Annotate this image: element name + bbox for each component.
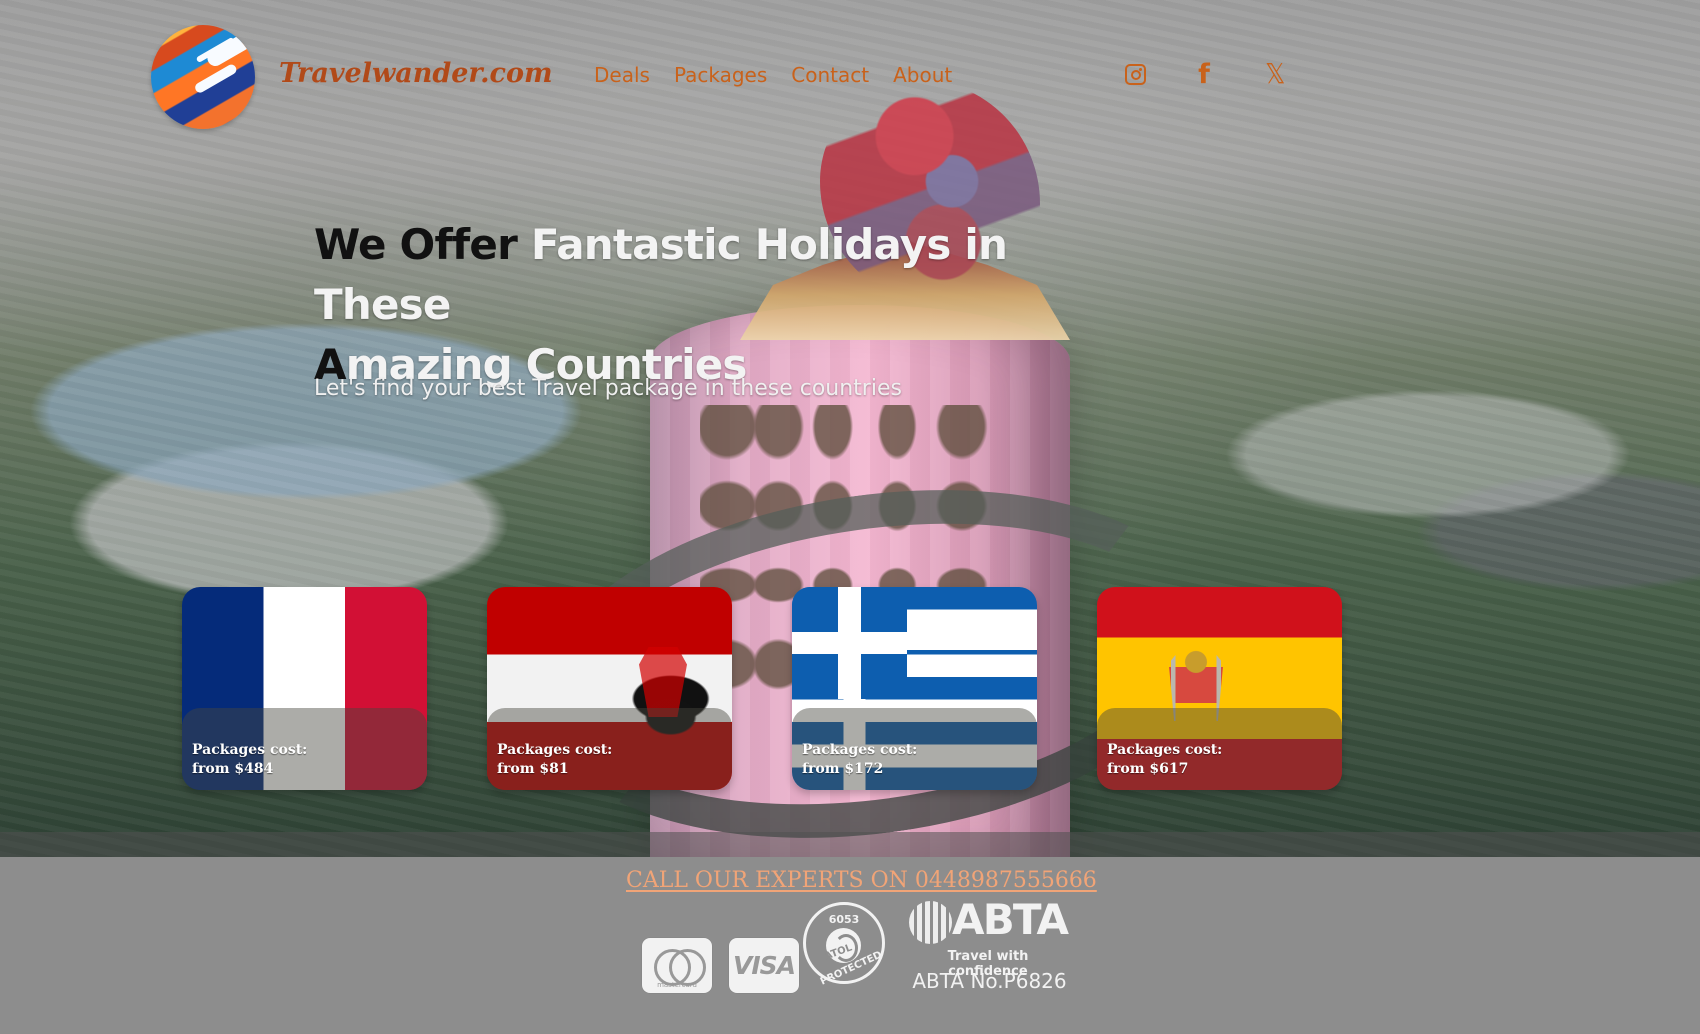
package-price: from $172 <box>802 761 884 777</box>
travel-homepage: Travelwander.com Deals Packages Contact … <box>0 0 1700 1034</box>
package-price: from $617 <box>1107 761 1189 777</box>
x-icon[interactable]: 𝕏 <box>1261 60 1289 88</box>
facebook-icon[interactable]: f <box>1190 60 1218 88</box>
austria-package-card[interactable]: Packages cost: from $81 <box>487 587 732 790</box>
spain-package-card[interactable]: Packages cost: from $617 <box>1097 587 1342 790</box>
mastercard-logo: mastercard <box>642 938 712 993</box>
hero-heading-part-1: We Offer <box>314 220 531 269</box>
nav-link-packages[interactable]: Packages <box>674 63 767 87</box>
package-cost-label: Packages cost: <box>802 742 918 758</box>
package-cost-label: Packages cost: <box>192 742 308 758</box>
package-price-text: Packages cost: from $172 <box>802 741 917 779</box>
instagram-icon-shape <box>1124 63 1146 85</box>
hero-subheading: Let's find your best Travel package in t… <box>314 376 902 401</box>
package-price-text: Packages cost: from $484 <box>192 741 307 779</box>
instagram-icon[interactable] <box>1121 60 1149 88</box>
package-price-text: Packages cost: from $81 <box>497 741 612 779</box>
abta-logo: ABTA Travel with confidence ABTA No.P682… <box>909 895 1069 994</box>
country-package-list: Packages cost: from $484 Packages cost: … <box>182 587 1342 792</box>
globe-airplane-icon[interactable] <box>151 25 255 129</box>
hero-section: Travelwander.com Deals Packages Contact … <box>0 0 1700 857</box>
hero-bottom-band <box>0 832 1700 857</box>
visa-label: VISA <box>732 951 796 980</box>
package-price-text: Packages cost: from $617 <box>1107 741 1222 779</box>
greece-package-card[interactable]: Packages cost: from $172 <box>792 587 1037 790</box>
x-icon-glyph: 𝕏 <box>1264 57 1286 90</box>
package-price: from $81 <box>497 761 569 777</box>
package-cost-label: Packages cost: <box>1107 742 1223 758</box>
nav-link-deals[interactable]: Deals <box>594 63 650 87</box>
nav-link-about[interactable]: About <box>893 63 952 87</box>
main-navigation: Deals Packages Contact About <box>594 63 952 87</box>
visa-logo: VISA <box>729 938 799 993</box>
facebook-icon-glyph: f <box>1198 58 1210 90</box>
abta-number: ABTA No.P6826 <box>912 969 1067 993</box>
nav-link-contact[interactable]: Contact <box>791 63 869 87</box>
mastercard-label: mastercard <box>657 981 697 989</box>
package-price: from $484 <box>192 761 274 777</box>
atol-number: 6053 <box>828 913 860 926</box>
package-cost-label: Packages cost: <box>497 742 613 758</box>
abta-mark-icon <box>909 901 952 944</box>
call-experts-link[interactable]: CALL OUR EXPERTS ON 0448987555666 <box>626 868 1097 893</box>
france-package-card[interactable]: Packages cost: from $484 <box>182 587 427 790</box>
site-header: Travelwander.com Deals Packages Contact … <box>0 0 1700 155</box>
atol-protected-logo: 6053 ATOL PROTECTED <box>803 902 885 988</box>
abta-title: ABTA <box>952 895 1069 944</box>
hero-heading: We Offer Fantastic Holidays in These Ama… <box>314 215 1074 395</box>
site-brand[interactable]: Travelwander.com <box>279 58 553 89</box>
site-footer: CALL OUR EXPERTS ON 0448987555666 master… <box>0 857 1700 1034</box>
